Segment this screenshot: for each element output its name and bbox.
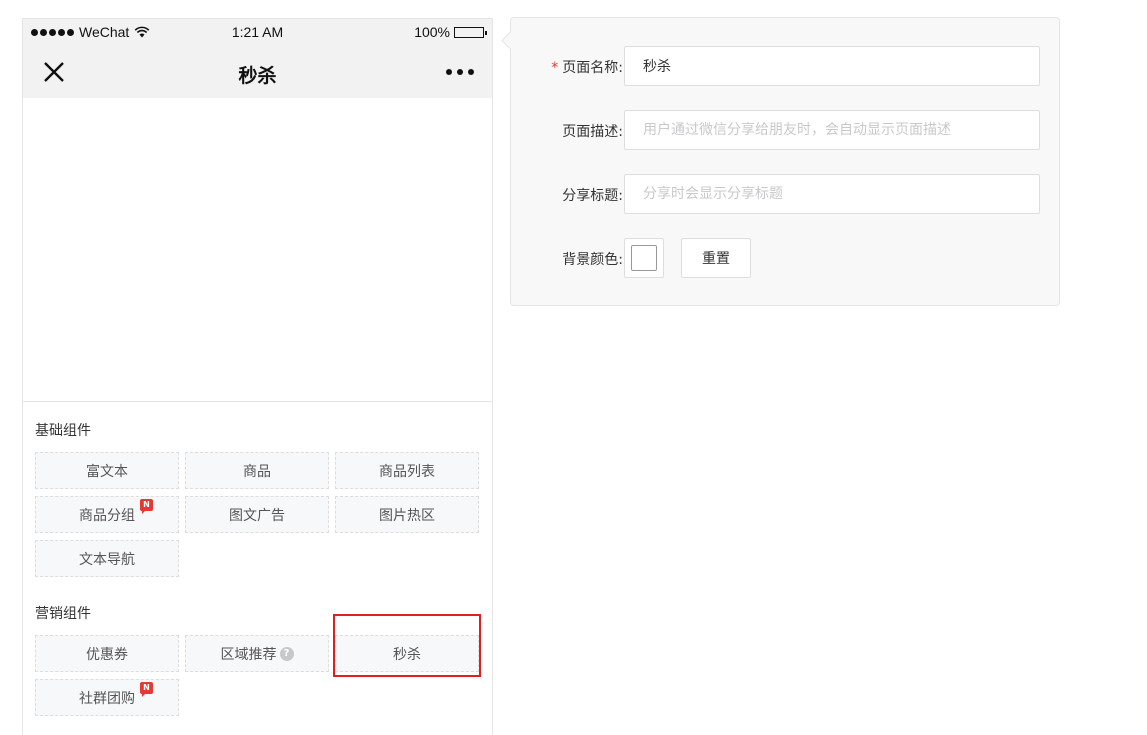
page-desc-row: 页面描述: xyxy=(511,110,1059,150)
page-name-input[interactable] xyxy=(624,46,1040,86)
required-mark: * xyxy=(551,60,559,76)
color-picker[interactable] xyxy=(624,238,664,278)
component-area-recommend[interactable]: 区域推荐 ? xyxy=(185,635,329,672)
status-bar: WeChat 1:21 AM 100% xyxy=(23,19,492,45)
more-icon[interactable] xyxy=(446,69,474,75)
new-badge-icon: N xyxy=(140,682,153,697)
share-title-input[interactable] xyxy=(624,174,1040,214)
color-swatch xyxy=(631,245,657,271)
component-group-basic: 基础组件 富文本 商品 商品列表 商品分组 N 图文广告 图片热区 文本导航 xyxy=(35,420,480,577)
preview-canvas[interactable] xyxy=(23,98,492,402)
component-rich-text[interactable]: 富文本 xyxy=(35,452,179,489)
component-goods[interactable]: 商品 xyxy=(185,452,329,489)
page-settings-panel: *页面名称: 页面描述: 分享标题: 背景颜色: 重置 xyxy=(510,17,1060,306)
bg-color-label: 背景颜色: xyxy=(562,252,623,268)
help-icon[interactable]: ? xyxy=(279,646,294,661)
reset-button[interactable]: 重置 xyxy=(681,238,751,278)
component-group-buy[interactable]: 社群团购 N xyxy=(35,679,179,716)
component-seckill[interactable]: 秒杀 xyxy=(335,635,479,672)
component-coupon[interactable]: 优惠券 xyxy=(35,635,179,672)
page-desc-label: 页面描述: xyxy=(562,124,623,140)
battery-percent: 100% xyxy=(414,24,450,40)
share-title-row: 分享标题: xyxy=(511,174,1059,214)
component-goods-group[interactable]: 商品分组 N xyxy=(35,496,179,533)
page-title: 秒杀 xyxy=(238,65,277,87)
battery-icon xyxy=(454,26,487,38)
page-name-row: * 页面名称: xyxy=(511,46,1059,86)
share-title-label: 分享标题: xyxy=(562,188,623,204)
component-panel: 基础组件 富文本 商品 商品列表 商品分组 N 图文广告 图片热区 文本导航 营… xyxy=(23,402,492,716)
component-image-ad[interactable]: 图文广告 xyxy=(185,496,329,533)
component-image-hotspot[interactable]: 图片热区 xyxy=(335,496,479,533)
group-title: 营销组件 xyxy=(35,606,91,622)
page-name-label: 页面名称: xyxy=(562,60,623,76)
bg-color-row: 背景颜色: 重置 xyxy=(511,238,1059,278)
component-goods-list[interactable]: 商品列表 xyxy=(335,452,479,489)
group-title: 基础组件 xyxy=(35,423,91,439)
phone-preview: WeChat 1:21 AM 100% 秒杀 基础组件 富文本 商品 商品列表 xyxy=(22,18,493,735)
nav-bar: 秒杀 xyxy=(23,45,492,98)
component-text-nav[interactable]: 文本导航 xyxy=(35,540,179,577)
new-badge-icon: N xyxy=(140,499,153,514)
page-desc-input[interactable] xyxy=(624,110,1040,150)
component-group-marketing: 营销组件 优惠券 区域推荐 ? 秒杀 社群团购 N xyxy=(35,603,480,716)
